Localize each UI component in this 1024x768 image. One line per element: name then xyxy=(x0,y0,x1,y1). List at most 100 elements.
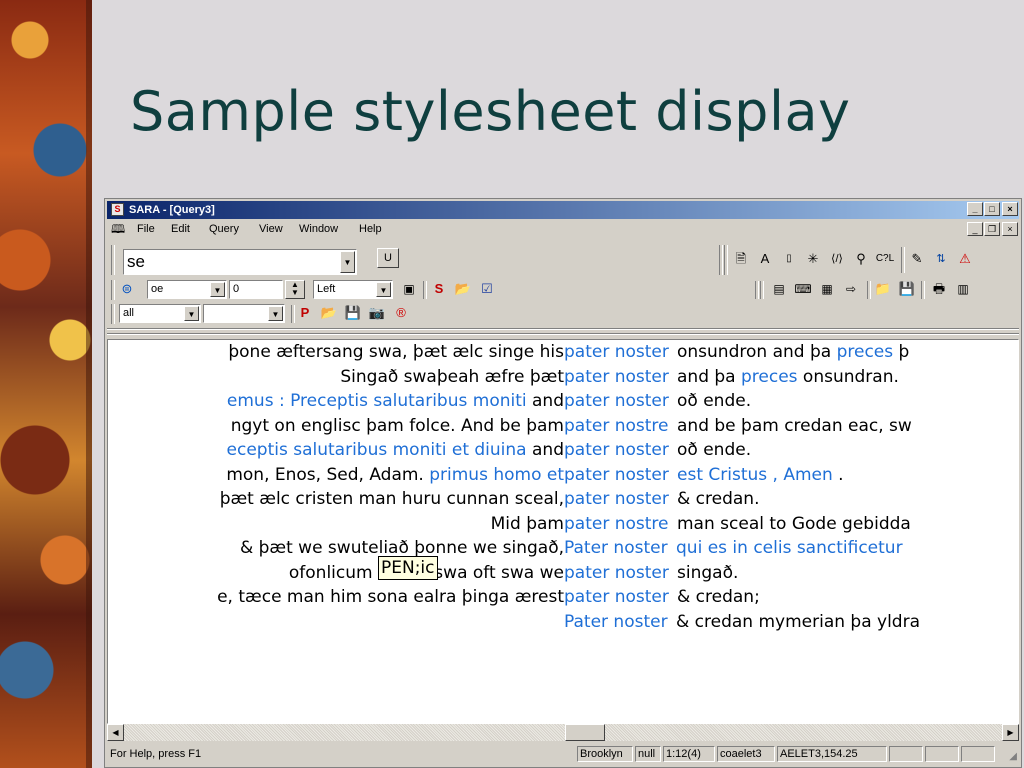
camera-icon[interactable]: 📷 xyxy=(367,303,387,323)
concordance-row[interactable]: Singað swaþeah æfre þæt pater noster and þ… xyxy=(108,366,1018,391)
number-field[interactable]: 0 xyxy=(229,280,283,299)
menu-help[interactable]: Help xyxy=(359,220,382,238)
right-context: and þa preces onsundran. xyxy=(677,366,899,387)
status-font: Brooklyn xyxy=(577,746,633,762)
edit-icon[interactable]: ✎ xyxy=(907,249,927,269)
cpl-icon[interactable]: C?L xyxy=(875,249,895,269)
keyword-match[interactable]: pater noster xyxy=(564,587,669,607)
scroll-thumb[interactable] xyxy=(565,724,605,741)
resize-grip-icon[interactable]: ◢ xyxy=(1009,751,1017,762)
export-icon[interactable]: ⇨ xyxy=(841,279,861,299)
concordance-row[interactable]: ofonlicum fæder swa oft swa wepater nost… xyxy=(108,562,1018,587)
p-icon[interactable]: P xyxy=(295,303,315,323)
app-icon[interactable]: S xyxy=(111,203,124,216)
horizontal-scrollbar[interactable]: ◀ ▶ xyxy=(107,724,1019,741)
document-icon[interactable]: 🗎 xyxy=(731,249,751,269)
menu-edit[interactable]: Edit xyxy=(171,220,190,238)
codeset-value: oe xyxy=(151,283,164,295)
keyword-match[interactable]: pater noster xyxy=(564,367,669,387)
left-context: Singað swaþeah æfre þæt xyxy=(340,366,564,387)
menu-view[interactable]: View xyxy=(259,220,283,238)
keyword-match[interactable]: pater noster xyxy=(564,342,669,362)
keyword-match[interactable]: Pater noster xyxy=(564,612,668,632)
left-context: eceptis salutaribus moniti et diuina and xyxy=(226,440,564,460)
concordance-view[interactable]: þone æftersang swa, þæt ælc singe his pat… xyxy=(107,339,1019,724)
concordance-row[interactable]: Pater noster & credan mymerian þa yldra xyxy=(108,611,1018,636)
close-button[interactable]: × xyxy=(1002,202,1018,216)
keyword-match[interactable]: Pater noster xyxy=(564,538,668,558)
display-icon[interactable]: ▤ xyxy=(769,279,789,299)
mdi-minimize-button[interactable]: _ xyxy=(967,222,983,236)
minimize-button[interactable]: _ xyxy=(967,202,983,216)
concordance-row[interactable]: þæt ælc cristen man huru cunnan sceal, pa… xyxy=(108,489,1018,513)
print-icon[interactable]: 🖶 xyxy=(929,279,949,299)
scope-select[interactable]: all ▼ xyxy=(119,304,201,323)
open-folder-icon[interactable]: 📂 xyxy=(453,279,473,299)
chevron-down-icon[interactable]: ▼ xyxy=(184,306,199,321)
grid-icon[interactable]: ▦ xyxy=(817,279,837,299)
query-input[interactable]: se xyxy=(127,252,145,271)
chevron-down-icon[interactable]: ▼ xyxy=(376,282,391,297)
status-panel-empty-2 xyxy=(925,746,959,762)
scroll-left-icon[interactable]: ◀ xyxy=(107,724,124,741)
left-context: & þæt we swuteliað þonne we singað, xyxy=(239,538,564,558)
highlight-icon[interactable]: ▣ xyxy=(399,279,419,299)
u-button[interactable]: U xyxy=(377,248,399,268)
save-icon[interactable]: 💾 xyxy=(343,303,363,323)
chevron-down-icon[interactable]: ▼ xyxy=(268,306,283,321)
number-spinner[interactable]: ▲ ▼ xyxy=(285,280,305,299)
chevron-down-icon[interactable]: ▼ xyxy=(210,282,225,297)
right-context: est Cristus , Amen . xyxy=(677,464,844,485)
open-folder-icon[interactable]: 📂 xyxy=(319,303,339,323)
codeset-select[interactable]: oe ▼ xyxy=(147,280,227,299)
sort-az-icon[interactable]: ⇅ xyxy=(931,249,951,269)
title-bar[interactable]: S SARA - [Query3] _ □ × xyxy=(107,201,1019,219)
maximize-button[interactable]: □ xyxy=(984,202,1000,216)
align-select[interactable]: Left ▼ xyxy=(313,280,393,299)
mdi-close-button[interactable]: × xyxy=(1002,222,1018,236)
keyword-match[interactable]: pater noster xyxy=(564,563,669,583)
keyword-match[interactable]: pater noster xyxy=(564,489,669,509)
save-icon[interactable]: 💾 xyxy=(897,279,917,299)
right-context: singað. xyxy=(677,562,739,583)
concordance-row[interactable]: mon, Enos, Sed, Adam. primus homo et pate… xyxy=(108,464,1018,489)
status-position: 1:12(4) xyxy=(663,746,715,762)
checklist-icon[interactable]: ☑ xyxy=(477,279,497,299)
concordance-row[interactable]: ngyt on englisc þam folce. And be þam pat… xyxy=(108,416,1018,440)
codeset-icon[interactable]: ⊜ xyxy=(117,279,137,299)
left-context: mon, Enos, Sed, Adam. primus homo et xyxy=(226,464,564,485)
s-icon[interactable]: S xyxy=(429,279,449,299)
scroll-right-icon[interactable]: ▶ xyxy=(1002,724,1019,741)
mdi-restore-button[interactable]: ❐ xyxy=(984,222,1000,236)
query-combobox[interactable]: se ▼ xyxy=(123,249,357,275)
list-icon[interactable]: ▥ xyxy=(953,279,973,299)
font-a-icon[interactable]: A xyxy=(755,249,775,269)
keyword-match[interactable]: pater noster xyxy=(564,465,669,485)
asterisk-icon[interactable]: ✳ xyxy=(803,249,823,269)
concordance-row[interactable]: eceptis salutaribus moniti et diuina and… xyxy=(108,440,1018,464)
warning-icon[interactable]: ⚠ xyxy=(955,249,975,269)
menu-file[interactable]: File xyxy=(137,220,155,238)
concordance-row[interactable]: emus : Preceptis salutaribus moniti and p… xyxy=(108,391,1018,415)
keyword-match[interactable]: pater nostre xyxy=(564,416,669,436)
right-context: & credan mymerian þa yldra xyxy=(676,611,921,632)
info-icon[interactable]: ▯ xyxy=(779,249,799,269)
folder-icon[interactable]: 📁 xyxy=(873,279,893,299)
menu-query[interactable]: Query xyxy=(209,220,239,238)
tree-icon[interactable]: ⚲ xyxy=(851,249,871,269)
registered-icon[interactable]: ® xyxy=(391,303,411,323)
concordance-row[interactable]: e, tæce man him sona ealra þinga ærest pa… xyxy=(108,587,1018,611)
menu-window[interactable]: Window xyxy=(299,220,338,238)
concordance-row[interactable]: Mid þam pater nostre man sceal to Gode geb… xyxy=(108,514,1018,538)
book-icon[interactable]: 🕮 xyxy=(111,222,125,236)
secondary-select[interactable]: ▼ xyxy=(203,304,285,323)
chevron-down-icon[interactable]: ▼ xyxy=(340,251,355,273)
keyword-match[interactable]: pater noster xyxy=(564,440,669,460)
code-tag-icon[interactable]: ⟨/⟩ xyxy=(827,249,847,269)
keyword-match[interactable]: pater noster xyxy=(564,391,669,411)
keyword-match[interactable]: pater nostre xyxy=(564,514,669,534)
decorative-gear-strip xyxy=(0,0,92,768)
concordance-row[interactable]: & þæt we swuteliað þonne we singað, Pater… xyxy=(108,538,1018,562)
concordance-row[interactable]: þone æftersang swa, þæt ælc singe his pat… xyxy=(108,342,1018,366)
keyboard-icon[interactable]: ⌨ xyxy=(793,279,813,299)
